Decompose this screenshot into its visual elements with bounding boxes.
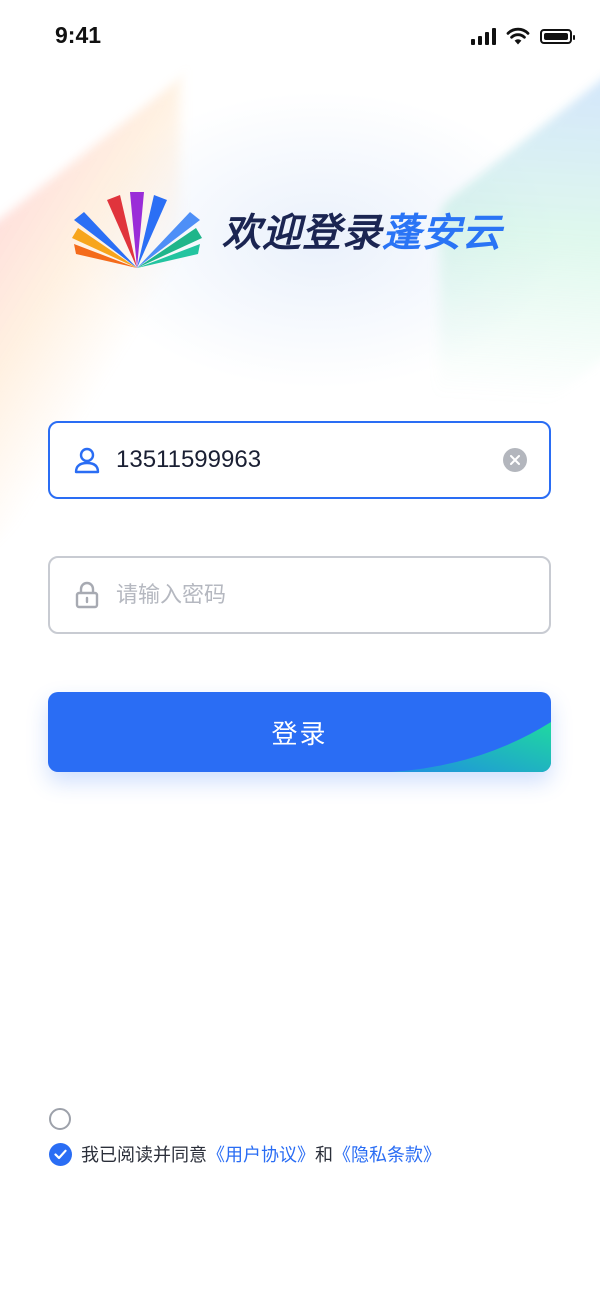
radio-button[interactable] bbox=[49, 1108, 71, 1130]
page-title: 欢迎登录蓬安云 bbox=[222, 202, 502, 258]
phone-input[interactable] bbox=[114, 439, 503, 481]
agreement-and-text: 和 bbox=[315, 1145, 333, 1166]
fan-logo bbox=[72, 192, 202, 268]
login-button-label: 登录 bbox=[271, 718, 328, 749]
checkbox-checked-icon[interactable] bbox=[49, 1142, 72, 1166]
user-icon bbox=[72, 445, 102, 475]
lock-icon bbox=[72, 580, 102, 610]
login-button[interactable]: 登录 bbox=[48, 692, 551, 772]
welcome-text: 欢迎登录 bbox=[222, 211, 383, 256]
clear-icon[interactable] bbox=[503, 448, 527, 472]
brand-name: 蓬安云 bbox=[382, 211, 503, 256]
wifi-icon bbox=[506, 27, 530, 45]
agreement-row: 我已阅读并同意 《用户协议》 和 《隐私条款》 bbox=[49, 1142, 441, 1166]
phone-field[interactable] bbox=[48, 421, 551, 499]
privacy-policy-link[interactable]: 《隐私条款》 bbox=[333, 1141, 441, 1167]
status-time: 9:41 bbox=[55, 22, 102, 48]
battery-icon bbox=[540, 28, 575, 44]
agreement-text: 我已阅读并同意 bbox=[81, 1145, 207, 1166]
password-input[interactable] bbox=[114, 574, 549, 616]
password-field[interactable] bbox=[48, 556, 551, 634]
status-icons bbox=[471, 25, 575, 47]
user-agreement-link[interactable]: 《用户协议》 bbox=[207, 1141, 315, 1167]
signal-icon bbox=[471, 27, 496, 45]
status-bar: 9:41 bbox=[0, 0, 600, 74]
background-decoration-left bbox=[0, 78, 180, 602]
